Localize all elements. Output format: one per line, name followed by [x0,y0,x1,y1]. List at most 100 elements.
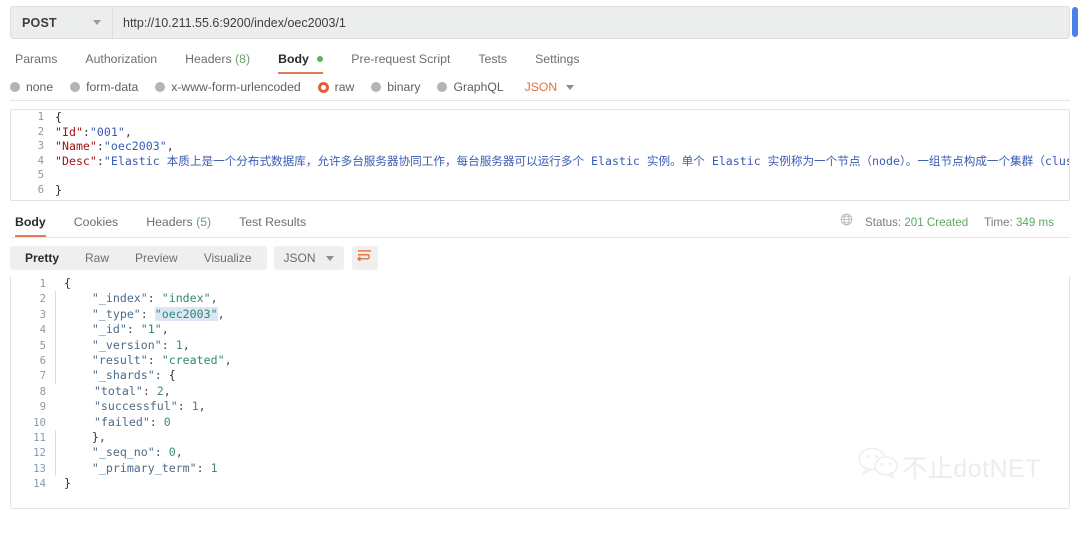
tab-params[interactable]: Params [10,52,71,74]
view-mode-preview-label: Preview [135,251,178,265]
response-tab-headers-count: (5) [196,215,212,229]
code-text: } [55,182,62,197]
request-url-bar: POST http://10.211.55.6:9200/index/oec20… [10,6,1070,39]
line-number: 2 [37,124,44,138]
body-type-form-data[interactable]: form-data [70,80,138,94]
view-mode-visualize-label: Visualize [203,251,252,265]
tab-tests[interactable]: Tests [464,52,521,74]
tab-pre-request-script[interactable]: Pre-request Script [337,52,464,74]
tab-headers-label: Headers [185,52,232,66]
response-tab-test-results[interactable]: Test Results [225,215,320,237]
code-text: "result": "created", [91,352,232,367]
fold-gutter [55,306,64,323]
chevron-down-icon [93,20,101,25]
code-text: "_seq_no": 0, [91,445,183,460]
code-line: 1 { [11,110,1069,125]
body-type-raw[interactable]: raw [317,80,354,94]
globe-icon [840,213,853,231]
vertical-scrollbar[interactable] [1072,7,1078,37]
response-tab-headers[interactable]: Headers (5) [132,215,225,237]
line-number: 5 [39,338,46,352]
tab-body-label: Body [278,52,309,66]
line-number: 8 [39,384,46,398]
tab-authorization[interactable]: Authorization [71,52,171,74]
body-type-radio-group: none form-data x-www-form-urlencoded raw… [10,80,1070,101]
code-text: "_id": "1", [91,322,169,337]
code-line: 7 "_shards": { [11,368,1069,384]
raw-format-label: JSON [524,80,558,94]
chevron-down-icon [566,84,575,90]
code-text: { [64,276,71,290]
code-text: "Desc":"Elastic 本质上是一个分布式数据库，允许多台服务器协同工作… [55,154,1069,169]
line-number: 14 [33,477,46,491]
view-mode-raw[interactable]: Raw [72,246,122,270]
tab-pre-request-script-label: Pre-request Script [351,52,451,66]
view-mode-preview[interactable]: Preview [122,246,191,270]
tab-settings[interactable]: Settings [521,52,593,74]
line-number: 5 [37,168,44,182]
radio-icon [10,82,20,92]
http-method-dropdown[interactable]: POST [11,7,113,38]
code-text: "_version": 1, [91,337,190,352]
code-text: }, [91,429,106,444]
code-text: "total": 2, [93,383,171,398]
response-tab-cookies-label: Cookies [73,215,119,229]
response-format-dropdown[interactable]: JSON [273,246,344,270]
line-number: 10 [33,415,46,429]
view-mode-visualize[interactable]: Visualize [191,246,265,270]
code-line: 13 "_primary_term": 1 [11,460,1069,477]
body-type-urlencoded[interactable]: x-www-form-urlencoded [155,80,301,94]
code-line: 2 "_index": "index", [11,291,1069,307]
code-line: 10 "failed": 0 [11,415,1069,430]
view-mode-pretty[interactable]: Pretty [12,246,72,270]
body-modified-dot-icon [317,56,324,62]
status-label: Status: [865,215,902,229]
code-line: 8 "total": 2, [11,384,1069,399]
body-type-urlencoded-label: x-www-form-urlencoded [171,80,301,94]
time-label: Time: [984,215,1013,229]
fold-gutter [55,352,64,369]
http-method-label: POST [22,15,57,30]
code-text: "failed": 0 [93,414,171,429]
line-number: 9 [39,400,46,414]
tab-headers-count: (8) [235,52,251,66]
code-line: 12 "_seq_no": 0, [11,445,1069,461]
response-view-mode-group: Pretty Raw Preview Visualize [10,246,267,270]
request-url-input[interactable]: http://10.211.55.6:9200/index/oec2003/1 [113,7,1069,38]
raw-format-dropdown[interactable]: JSON [525,80,575,94]
view-mode-pretty-label: Pretty [25,251,60,265]
response-body-editor[interactable]: 1 { 2 "_index": "index", 3 "_type": "oec… [10,276,1070,509]
response-tab-headers-label: Headers [146,215,193,229]
body-type-none[interactable]: none [10,80,53,94]
code-text: "Id":"001", [55,124,132,139]
response-header: Body Cookies Headers (5) Test Results St… [10,213,1070,238]
line-number: 12 [33,446,46,460]
response-tab-cookies[interactable]: Cookies [60,215,132,237]
wrap-text-button[interactable] [351,246,378,270]
request-body-editor[interactable]: 1 { 2 "Id":"001", 3 "Name":"oec2003", 4 … [10,109,1070,201]
response-toolbar: Pretty Raw Preview Visualize JSON [10,246,1070,270]
status-badge[interactable]: Status: 201 Created [865,216,968,229]
body-type-binary[interactable]: binary [371,80,420,94]
fold-gutter [55,322,64,338]
time-badge[interactable]: Time: 349 ms [984,216,1054,229]
request-tabs: Params Authorization Headers (8) Body Pr… [10,48,1070,74]
tab-headers[interactable]: Headers (8) [171,52,264,74]
code-line: 3 "_type": "oec2003", [11,306,1069,323]
body-type-graphql[interactable]: GraphQL [437,80,504,94]
body-type-graphql-label: GraphQL [453,80,504,94]
response-tab-body[interactable]: Body [10,215,60,237]
line-number: 7 [39,369,46,383]
response-tab-test-results-label: Test Results [239,215,307,229]
time-value: 349 ms [1015,215,1054,229]
tab-params-label: Params [15,52,58,66]
code-text: "_primary_term": 1 [91,460,218,475]
radio-icon [70,82,81,92]
code-line: 3 "Name":"oec2003", [11,139,1069,154]
code-line: 11 }, [11,429,1069,446]
code-text: { [55,110,62,124]
code-line: 6 } [11,183,1069,198]
line-number: 4 [39,323,46,337]
fold-gutter [55,429,64,446]
tab-body[interactable]: Body [264,52,337,74]
